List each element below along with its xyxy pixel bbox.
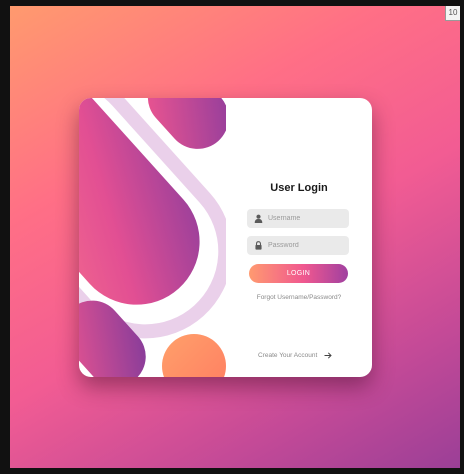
login-title: User Login bbox=[270, 182, 328, 194]
login-button[interactable]: LOGIN bbox=[249, 264, 348, 283]
create-account-label: Create Your Account bbox=[258, 352, 318, 359]
decorative-artwork bbox=[79, 98, 226, 377]
login-card: User Login LOGIN Forgot Username/Passwor… bbox=[79, 98, 372, 377]
password-input[interactable] bbox=[268, 236, 344, 255]
username-input[interactable] bbox=[268, 209, 344, 228]
decorative-circle-shape bbox=[162, 334, 226, 377]
login-form: User Login LOGIN Forgot Username/Passwor… bbox=[226, 98, 372, 377]
user-icon bbox=[254, 214, 263, 223]
background-stage: 10 User Login Username LOGIN Forgot User… bbox=[10, 6, 460, 468]
lock-icon bbox=[255, 241, 262, 250]
arrow-right-icon bbox=[324, 352, 332, 359]
password-field[interactable] bbox=[247, 236, 349, 255]
create-account-link[interactable]: Create Your Account bbox=[258, 352, 332, 359]
corner-badge[interactable]: 10 bbox=[445, 6, 460, 21]
forgot-password-link[interactable]: Forgot Username/Password? bbox=[226, 294, 372, 301]
username-field[interactable] bbox=[247, 209, 349, 228]
